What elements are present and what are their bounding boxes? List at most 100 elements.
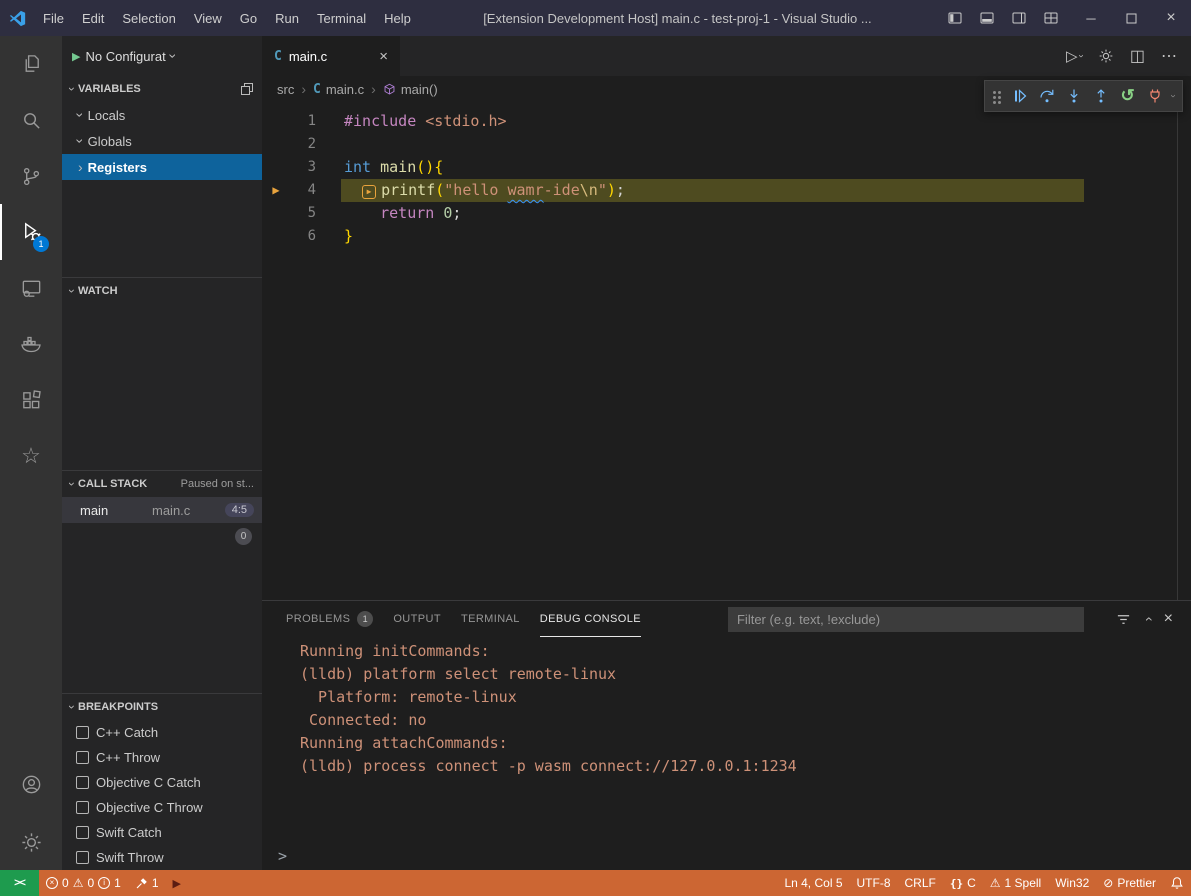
call-stack-header[interactable]: › CALL STACK Paused on st...	[62, 471, 262, 497]
code-line[interactable]: ▶4 ▶printf("hello wamr-ide\n");	[262, 179, 1191, 202]
problems-status[interactable]: × 0 ⚠ 0 i 1	[39, 870, 128, 896]
drag-grip-icon[interactable]	[993, 90, 1001, 103]
cursor-position[interactable]: Ln 4, Col 5	[777, 870, 849, 896]
toggle-secondary-sidebar-icon[interactable]	[1005, 4, 1033, 32]
breakpoint-item[interactable]: Swift Catch	[62, 820, 262, 845]
tab-close-icon[interactable]: ×	[379, 49, 388, 64]
chevron-up-icon[interactable]: ›	[1140, 617, 1154, 622]
activity-star-icon[interactable]: ☆	[0, 428, 62, 484]
toggle-panel-icon[interactable]	[973, 4, 1001, 32]
debug-config-dropdown[interactable]: No Configurat	[85, 49, 165, 64]
editor-settings-icon[interactable]	[1098, 48, 1114, 64]
encoding-indicator[interactable]: UTF-8	[850, 870, 898, 896]
variables-scope-registers[interactable]: › Registers	[62, 154, 262, 180]
more-actions-icon[interactable]: ⋯	[1161, 46, 1177, 66]
spell-checker-status[interactable]: ⚠ 1 Spell	[983, 870, 1048, 896]
activity-extensions-icon[interactable]	[0, 372, 62, 428]
breakpoint-checkbox[interactable]	[76, 801, 89, 814]
breakpoint-gutter[interactable]	[262, 156, 290, 179]
variables-scope-globals[interactable]: › Globals	[62, 128, 262, 154]
activity-explorer-icon[interactable]	[0, 36, 62, 92]
breadcrumb-symbol[interactable]: main()	[383, 82, 438, 97]
remote-indicator[interactable]: ><	[0, 870, 39, 896]
code-editor[interactable]: 1#include <stdio.h>23int main(){▶4 ▶prin…	[262, 102, 1191, 600]
console-filter-input[interactable]	[728, 607, 1084, 632]
variables-header[interactable]: › VARIABLES	[62, 76, 262, 102]
maximize-button[interactable]	[1111, 0, 1151, 36]
menu-run[interactable]: Run	[266, 0, 308, 36]
accounts-icon[interactable]	[0, 758, 62, 814]
close-panel-icon[interactable]: ×	[1164, 610, 1173, 628]
minimize-button[interactable]: ─	[1071, 0, 1111, 36]
close-button[interactable]: ×	[1151, 0, 1191, 36]
start-debugging-icon[interactable]: ▶	[72, 50, 80, 63]
debug-status[interactable]: ▶	[166, 870, 188, 896]
activity-docker-icon[interactable]	[0, 316, 62, 372]
code-line[interactable]: 2	[262, 133, 1191, 156]
activity-source-control-icon[interactable]	[0, 148, 62, 204]
step-into-button[interactable]	[1063, 84, 1085, 108]
variables-scope-locals[interactable]: › Locals	[62, 102, 262, 128]
code-line[interactable]: 6}	[262, 225, 1191, 248]
notifications-bell[interactable]	[1163, 870, 1191, 896]
disconnect-button[interactable]	[1144, 84, 1166, 108]
language-mode[interactable]: {} C	[943, 870, 983, 896]
menu-go[interactable]: Go	[231, 0, 266, 36]
activity-run-debug-icon[interactable]: 1	[0, 204, 62, 260]
console-input[interactable]: >	[278, 847, 287, 865]
breadcrumb-file[interactable]: C main.c	[313, 82, 364, 97]
menu-edit[interactable]: Edit	[73, 0, 113, 36]
restart-button[interactable]: ↺	[1117, 84, 1139, 108]
filter-icon[interactable]	[1116, 612, 1131, 627]
settings-gear-icon[interactable]	[0, 814, 62, 870]
tools-status[interactable]: 1	[128, 870, 166, 896]
breakpoint-item[interactable]: C++ Catch	[62, 720, 262, 745]
split-edit or-icon[interactable]: ◫	[1130, 46, 1145, 66]
breakpoint-item[interactable]: Swift Throw	[62, 845, 262, 870]
tab-output[interactable]: OUTPUT	[393, 601, 441, 637]
code-line[interactable]: 5 return 0;	[262, 202, 1191, 225]
tab-debug-console[interactable]: DEBUG CONSOLE	[540, 601, 641, 637]
activity-search-icon[interactable]	[0, 92, 62, 148]
chevron-down-icon[interactable]: ›	[1167, 94, 1177, 97]
formatter-status[interactable]: ⊘ Prettier	[1096, 870, 1163, 896]
continue-button[interactable]	[1009, 84, 1031, 108]
code-line[interactable]: 3int main(){	[262, 156, 1191, 179]
menu-terminal[interactable]: Terminal	[308, 0, 375, 36]
breakpoint-gutter[interactable]	[262, 133, 290, 156]
inline-breakpoint-icon[interactable]: ▶	[362, 185, 376, 199]
run-file-button[interactable]: ▷›	[1066, 47, 1082, 65]
breakpoint-checkbox[interactable]	[76, 726, 89, 739]
code-line[interactable]: 1#include <stdio.h>	[262, 110, 1191, 133]
menu-selection[interactable]: Selection	[113, 0, 184, 36]
platform-status[interactable]: Win32	[1048, 870, 1096, 896]
editor-scrollbar[interactable]	[1177, 102, 1178, 600]
breakpoint-gutter[interactable]: ▶	[262, 179, 290, 202]
breakpoint-checkbox[interactable]	[76, 826, 89, 839]
breakpoint-item[interactable]: Objective C Catch	[62, 770, 262, 795]
tab-problems[interactable]: PROBLEMS 1	[286, 601, 373, 637]
breakpoint-gutter[interactable]	[262, 110, 290, 133]
breakpoints-header[interactable]: › BREAKPOINTS	[62, 694, 262, 720]
breakpoint-checkbox[interactable]	[76, 851, 89, 864]
watch-header[interactable]: › WATCH	[62, 278, 262, 304]
tab-main-c[interactable]: C main.c ×	[262, 36, 400, 76]
activity-remote-explorer-icon[interactable]	[0, 260, 62, 316]
breakpoint-item[interactable]: C++ Throw	[62, 745, 262, 770]
collapse-all-icon[interactable]	[240, 82, 254, 96]
breakpoint-checkbox[interactable]	[76, 751, 89, 764]
breakpoint-gutter[interactable]	[262, 202, 290, 225]
customize-layout-icon[interactable]	[1037, 4, 1065, 32]
menu-file[interactable]: File	[34, 0, 73, 36]
tab-terminal[interactable]: TERMINAL	[461, 601, 520, 637]
menu-help[interactable]: Help	[375, 0, 420, 36]
menu-view[interactable]: View	[185, 0, 231, 36]
breadcrumb-folder[interactable]: src	[277, 82, 294, 97]
eol-indicator[interactable]: CRLF	[898, 870, 943, 896]
stack-frame-row[interactable]: main main.c 4:5	[62, 497, 262, 523]
breakpoint-item[interactable]: Objective C Throw	[62, 795, 262, 820]
step-over-button[interactable]	[1036, 84, 1058, 108]
step-out-button[interactable]	[1090, 84, 1112, 108]
toggle-sidebar-icon[interactable]	[941, 4, 969, 32]
breakpoint-gutter[interactable]	[262, 225, 290, 248]
